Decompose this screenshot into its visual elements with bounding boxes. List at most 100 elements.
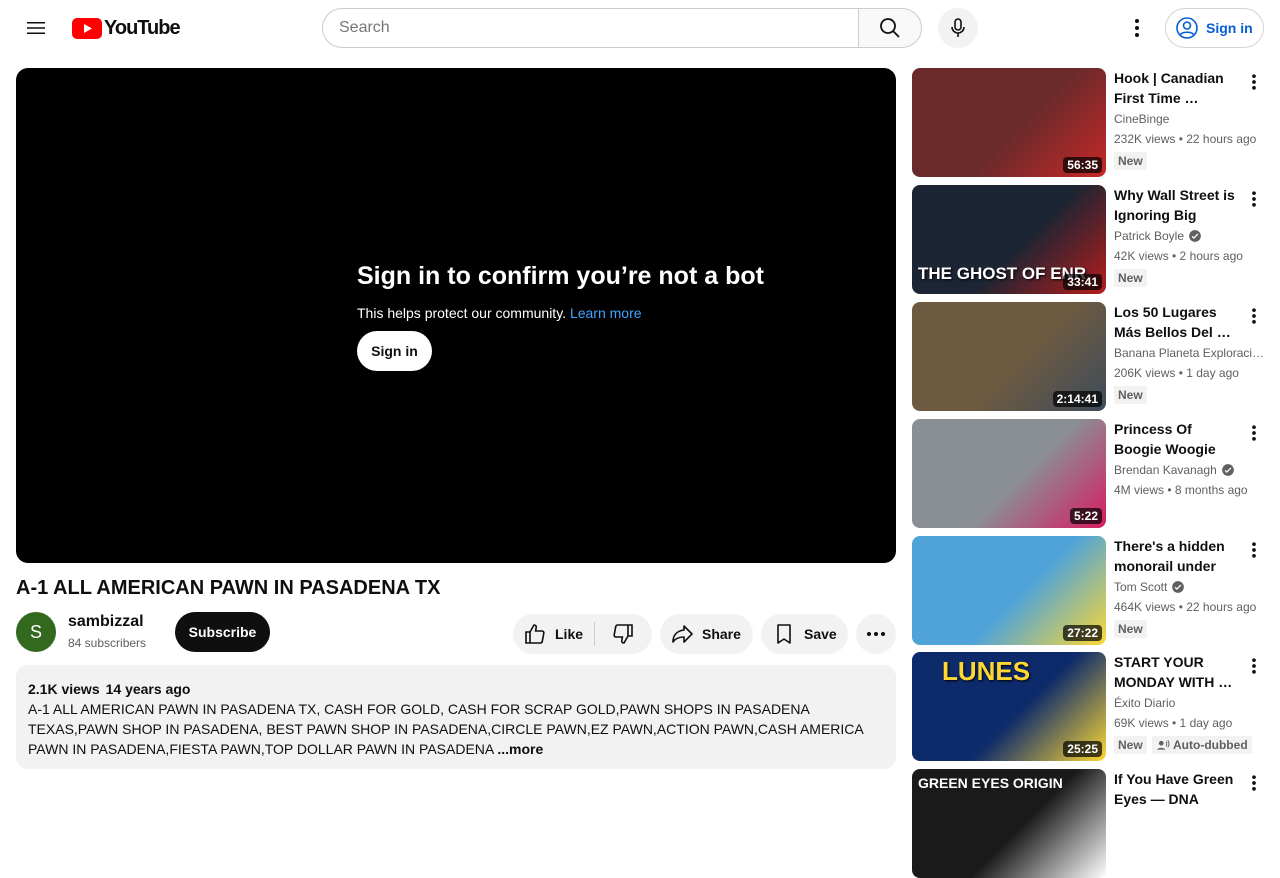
recommendation-thumbnail[interactable]: 5:22 (912, 419, 1106, 528)
more-vert-icon (1135, 19, 1139, 37)
account-icon (1176, 17, 1198, 39)
recommendation-thumbnail[interactable]: 2:14:41 (912, 302, 1106, 411)
recommendation-item[interactable]: THE GHOST OF ENR 33:41 Why Wall Street is … (912, 185, 1268, 294)
recommendation-title[interactable]: If You Have Green Eyes — DNA Finall… (1114, 769, 1242, 809)
header-signin-button[interactable]: Sign in (1165, 8, 1264, 48)
recommendation-menu-button[interactable] (1242, 771, 1266, 795)
dislike-button[interactable] (595, 622, 651, 646)
recommendation-thumbnail[interactable]: GREEN EYES ORIGIN (912, 769, 1106, 878)
description-more-link[interactable]: ...more (497, 741, 543, 757)
like-button[interactable]: Like (513, 622, 595, 646)
recommendation-channel-name: Banana Planeta Exploraci… (1114, 346, 1264, 360)
microphone-icon (951, 18, 965, 37)
recommendation-channel[interactable]: Éxito Diario (1114, 696, 1175, 710)
recommendation-title[interactable]: Why Wall Street is Ignoring Big Tech'… (1114, 185, 1242, 225)
description-meta: 2.1K views 14 years ago (28, 679, 884, 699)
recommendation-thumbnail[interactable]: 56:35 (912, 68, 1106, 177)
subscribe-button[interactable]: Subscribe (175, 612, 270, 652)
description-body: A-1 ALL AMERICAN PAWN IN PASADENA TX, CA… (28, 701, 863, 757)
recommendation-title[interactable]: START YOUR MONDAY WITH … (1114, 652, 1242, 692)
recommendation-menu-button[interactable] (1242, 70, 1266, 94)
recommendation-meta: 42K views • 2 hours ago (1114, 249, 1243, 263)
save-button[interactable]: Save (761, 614, 848, 654)
video-duration: 5:22 (1069, 508, 1102, 524)
thumbs-up-icon (525, 624, 545, 644)
like-label: Like (555, 626, 584, 642)
search-input[interactable] (339, 19, 842, 37)
recommendation-title[interactable]: Hook | Canadian First Time … (1114, 68, 1242, 108)
youtube-logo-icon (72, 17, 102, 39)
bot-check-title: Sign in to confirm you’re not a bot (357, 262, 764, 290)
share-button[interactable]: Share (660, 614, 753, 654)
recommendation-thumbnail[interactable]: LUNES 25:25 (912, 652, 1106, 761)
thumbs-down-icon (613, 624, 633, 644)
recommendation-menu-button[interactable] (1242, 421, 1266, 445)
recommendation-channel[interactable]: Brendan Kavanagh (1114, 463, 1235, 477)
recommendation-title[interactable]: There's a hidden monorail under th… (1114, 536, 1242, 576)
search-button[interactable] (858, 8, 922, 48)
recommendation-channel-name: CineBinge (1114, 112, 1170, 126)
recommendation-menu-button[interactable] (1242, 538, 1266, 562)
recommendation-item[interactable]: 5:22 Princess Of Boogie Woogie Delights …… (912, 419, 1268, 528)
recommendation-channel[interactable]: CineBinge (1114, 112, 1169, 126)
new-badge: New (1114, 620, 1147, 638)
verified-icon (1188, 229, 1202, 243)
menu-button[interactable] (16, 8, 56, 48)
recommendation-channel[interactable]: Patrick Boyle (1114, 229, 1202, 243)
share-icon (672, 625, 693, 643)
recommendation-menu-button[interactable] (1242, 187, 1266, 211)
new-badge: New (1114, 269, 1147, 287)
more-horiz-icon (867, 632, 885, 636)
recommendation-channel[interactable]: Tom Scott (1114, 580, 1185, 594)
new-badge: New (1114, 386, 1147, 404)
verified-icon (1171, 580, 1185, 594)
logo-text: YouTube (104, 16, 181, 39)
recommendation-item[interactable]: GREEN EYES ORIGIN If You Have Green Eyes … (912, 769, 1268, 878)
channel-name[interactable]: sambizzal (68, 613, 144, 631)
youtube-logo[interactable]: YouTube (72, 16, 181, 39)
recommendation-channel[interactable]: Banana Planeta Exploraci… (1114, 346, 1264, 360)
search-icon (880, 18, 900, 38)
recommendation-meta: 464K views • 22 hours ago (1114, 600, 1257, 614)
video-player[interactable]: Sign in to confirm you’re not a bot This… (16, 68, 896, 563)
more-vert-icon (1252, 191, 1256, 207)
new-badge: New (1114, 152, 1147, 170)
recommendation-title[interactable]: Princess Of Boogie Woogie Delights … (1114, 419, 1242, 459)
recommendation-item[interactable]: 56:35 Hook | Canadian First Time … CineBin… (912, 68, 1268, 177)
bot-check-panel: Sign in to confirm you’re not a bot This… (357, 262, 764, 371)
recommendation-title[interactable]: Los 50 Lugares Más Bellos Del … (1114, 302, 1242, 342)
recommendation-menu-button[interactable] (1242, 304, 1266, 328)
more-vert-icon (1252, 308, 1256, 324)
recommendation-menu-button[interactable] (1242, 654, 1266, 678)
description-box[interactable]: 2.1K views 14 years ago A-1 ALL AMERICAN … (16, 665, 896, 769)
more-vert-icon (1252, 775, 1256, 791)
player-signin-button[interactable]: Sign in (357, 331, 432, 371)
bot-check-subtitle: This helps protect our community. Learn … (357, 305, 764, 321)
more-vert-icon (1252, 542, 1256, 558)
recommendation-meta: 4M views • 8 months ago (1114, 483, 1248, 497)
recommendation-channel-name: Patrick Boyle (1114, 229, 1185, 243)
upload-age: 14 years ago (105, 681, 191, 697)
more-vert-icon (1252, 658, 1256, 674)
recommendation-thumbnail[interactable]: 27:22 (912, 536, 1106, 645)
new-badge: New (1114, 736, 1147, 754)
search-box[interactable] (322, 8, 859, 48)
more-actions-button[interactable] (856, 614, 896, 654)
recommendation-thumbnail[interactable]: THE GHOST OF ENR 33:41 (912, 185, 1106, 294)
thumbnail-caption: GREEN EYES ORIGIN (918, 775, 1063, 791)
video-duration: 56:35 (1063, 157, 1102, 173)
channel-avatar[interactable]: S (16, 612, 56, 652)
video-duration: 33:41 (1063, 274, 1102, 290)
recommendation-item[interactable]: 27:22 There's a hidden monorail under th…… (912, 536, 1268, 645)
recommendation-item[interactable]: LUNES 25:25 START YOUR MONDAY WITH … Éxito … (912, 652, 1268, 761)
learn-more-link[interactable]: Learn more (570, 305, 642, 321)
settings-more-button[interactable] (1117, 8, 1157, 48)
video-duration: 25:25 (1063, 741, 1102, 757)
more-vert-icon (1252, 425, 1256, 441)
more-vert-icon (1252, 74, 1256, 90)
voice-search-button[interactable] (938, 8, 978, 48)
recommendation-item[interactable]: 2:14:41 Los 50 Lugares Más Bellos Del … Ba… (912, 302, 1268, 411)
auto-dubbed-label: Auto-dubbed (1173, 738, 1248, 752)
recommendation-channel-name: Brendan Kavanagh (1114, 463, 1217, 477)
subscriber-count: 84 subscribers (68, 636, 147, 650)
